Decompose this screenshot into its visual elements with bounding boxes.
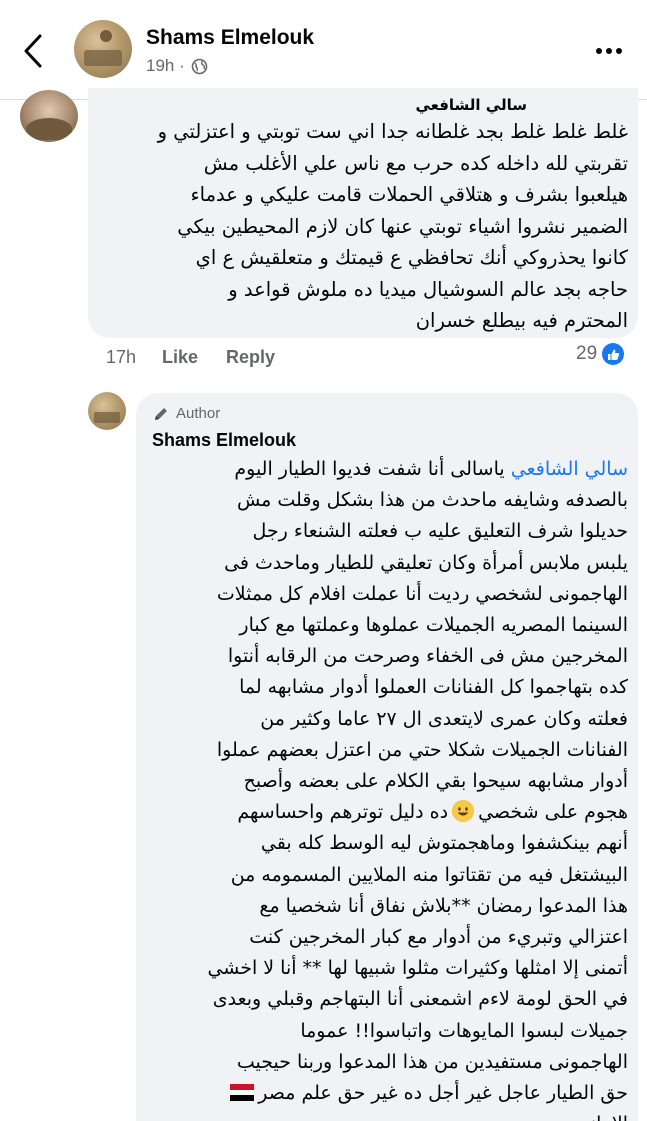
reply-line: البيشتغل فيه من تقتاتوا منه الملايين الم…: [230, 863, 628, 886]
comment-text: غلط غلط غلط بجد غلطانه جدا اني ست توبتي …: [96, 116, 628, 337]
post-meta: 19h ·: [146, 56, 208, 76]
comment-line: كانوا يحذروكي أنك تحافظي ع قيمتك و متعلق…: [195, 246, 628, 269]
reply-line: السينما المصريه الجميلات عملوها وعملتها …: [239, 614, 628, 637]
reply-line: الاهانه: [146, 1109, 628, 1121]
comment-line: المحترم فيه بيطلع خسران: [415, 309, 628, 332]
reply-line: بالصدفه وشايفه ماحدث من هذا بشكل وقلت مش: [236, 489, 628, 512]
reply-line: في الحق لومة لاءم اشمعنى أنا البتهاجم وق…: [212, 988, 628, 1011]
reply-line: أدوار مشابهه سيحوا بقي الكلام على بعضه و…: [243, 770, 628, 793]
post-author-name[interactable]: Shams Elmelouk: [146, 26, 314, 50]
comment-author-name[interactable]: سالي الشافعي: [415, 96, 527, 114]
more-options-button[interactable]: [596, 44, 626, 58]
post-header: Shams Elmelouk 19h ·: [0, 0, 647, 100]
back-arrow-icon: [24, 34, 42, 68]
more-horizontal-icon: [596, 48, 602, 54]
reply-line: أتمنى إلا امثلها وكثيرات مثلوا شبيها لها…: [207, 957, 628, 980]
reply-line: الهاجمونى لشخصي رديت أنا عملت افلام كل م…: [216, 582, 628, 605]
reply-line: ياسالى أنا شفت فديوا الطيار اليوم: [234, 458, 511, 480]
avatar[interactable]: [20, 90, 78, 142]
author-badge-label: Author: [176, 405, 221, 422]
reply-line: يلبس ملابس أمرأة وكان تعليقي للطيار وماح…: [224, 551, 628, 574]
reply-line: هذا المدعوا رمضان **بلاش نفاق أنا شخصيا …: [259, 894, 628, 917]
reply-line: فعلته وكان عمرى لايتعدى ال ٢٧ عاما وكثير…: [260, 707, 628, 730]
smiley-emoji-icon: [452, 800, 475, 823]
avatar[interactable]: [74, 20, 132, 78]
reaction-count[interactable]: 29: [576, 343, 625, 365]
reply-text: سالي الشافعي ياسالى أنا شفت فديوا الطيار…: [146, 454, 628, 1121]
reply-line: ده دليل توترهم واحساسهم: [237, 801, 449, 824]
reply-line: جميلات لبسوا المايوهات واتباسوا!! عموما: [300, 1019, 628, 1042]
reply-author-name[interactable]: Shams Elmelouk: [152, 430, 296, 451]
author-badge: Author: [153, 405, 220, 422]
avatar[interactable]: [88, 392, 126, 430]
comment-time[interactable]: 17h: [106, 347, 136, 368]
comment-line: حاجه بجد عالم السوشيال ميديا ده ملوش قوا…: [228, 277, 628, 301]
comment-line: هيلعبوا بشرف و هتلاقي الحملات قامت عليكي…: [190, 183, 629, 206]
reply-line: كده بتهاجموا كل الفنانات العملوا أدوار م…: [239, 676, 628, 699]
reply-line: الهاجمونى مستفيدين من هذا المدعوا وربنا …: [236, 1050, 628, 1073]
back-button[interactable]: [22, 33, 52, 69]
reply-line: حديلوا شرف التعليق عليه ب فعلته الشنعاء …: [252, 520, 628, 543]
post-time[interactable]: 19h ·: [146, 56, 185, 76]
comment-line: الضمير نشروا اشياء توبتي عنها كان لازم ا…: [177, 214, 628, 238]
like-icon: [602, 343, 625, 365]
pencil-icon: [155, 407, 167, 420]
reply-line: حق الطيار عاجل غير أجل ده غير حق علم مصر: [258, 1082, 628, 1105]
reply-line: اعتزالي وتبريء من أدوار مع كبار المخرجين…: [249, 926, 628, 949]
reply-button[interactable]: Reply: [226, 347, 275, 368]
reply-line: المخرجين مش فى الخفاء وصرحت من الرقابه أ…: [227, 645, 628, 668]
globe-icon: [191, 58, 208, 74]
reaction-number: 29: [576, 343, 598, 364]
reply-line: الفنانات الجميلات شكلا حتي من اعتزل بعضه…: [216, 738, 628, 761]
egypt-flag-emoji-icon: [230, 1084, 255, 1102]
reply-line: هجوم على شخصي: [478, 801, 628, 824]
comment-line: غلط غلط غلط بجد غلطانه جدا اني ست توبتي …: [157, 120, 628, 143]
mention-link[interactable]: سالي الشافعي: [511, 458, 628, 480]
like-button[interactable]: Like: [162, 347, 198, 368]
comment-line: تقربتي لله داخله كده حرب مع ناس علي الأغ…: [203, 151, 628, 175]
reply-line: أنهم بينكشفوا وماهجمتوش ليه الوسط كله بق…: [260, 832, 628, 855]
